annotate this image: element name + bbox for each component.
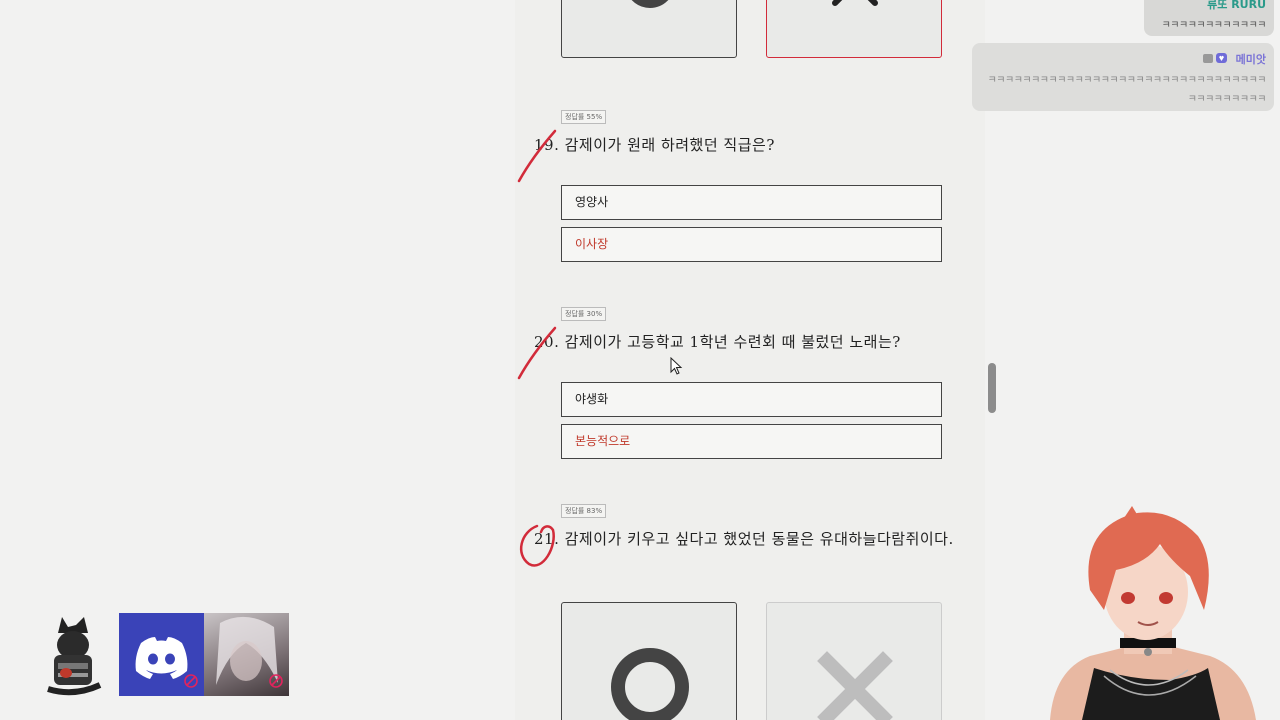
accuracy-badge: 정답률 55% bbox=[561, 110, 607, 124]
accuracy-badge: 정답률 30% bbox=[561, 307, 607, 321]
badge-icon bbox=[1203, 53, 1227, 63]
chat-text: ㅋㅋㅋㅋㅋㅋㅋㅋㅋㅋㅋㅋ bbox=[1161, 20, 1267, 31]
choice-o-card[interactable] bbox=[561, 602, 737, 720]
cat-mascot-image bbox=[47, 617, 102, 696]
question-20: 20. 감제이가 고등학교 1학년 수련회 때 불렀던 노래는? bbox=[534, 333, 901, 351]
answer-option[interactable]: 본능적으로 bbox=[561, 424, 942, 459]
choice-o-card-top[interactable] bbox=[561, 0, 737, 58]
answer-option[interactable]: 영양사 bbox=[561, 185, 942, 220]
accuracy-badge: 정답률 83% bbox=[561, 504, 607, 518]
x-icon bbox=[832, 0, 878, 6]
muted-headset-icon bbox=[269, 674, 283, 688]
question-21: 21. 감제이가 키우고 싶다고 했었던 동물은 유대하늘다람쥐이다. bbox=[534, 530, 954, 548]
circle-icon bbox=[631, 0, 669, 8]
muted-headset-icon bbox=[184, 674, 198, 688]
chat-message: 류또 RURU ㅋㅋㅋㅋㅋㅋㅋㅋㅋㅋㅋㅋ bbox=[1144, 0, 1274, 36]
question-19: 19. 감제이가 원래 하려했던 직급은? bbox=[534, 136, 775, 154]
chat-username: 메미앗 bbox=[1235, 53, 1266, 66]
vtuber-avatar-image bbox=[1050, 506, 1256, 720]
choice-x-card-top[interactable] bbox=[766, 0, 942, 58]
answer-option[interactable]: 야생화 bbox=[561, 382, 942, 417]
chat-username: 류또 RURU bbox=[1207, 0, 1266, 11]
member-avatar-tile bbox=[204, 613, 289, 696]
x-icon bbox=[817, 651, 893, 720]
chat-message: 메미앗 ㅋㅋㅋㅋㅋㅋㅋㅋㅋㅋㅋㅋㅋㅋㅋㅋㅋㅋㅋㅋㅋㅋㅋㅋㅋㅋㅋㅋㅋㅋㅋㅋㅋㅋㅋㅋ… bbox=[972, 43, 1274, 111]
cursor-icon bbox=[670, 357, 683, 375]
quiz-page: 정답률 55% 19. 감제이가 원래 하려했던 직급은? 영양사 이사장 정답… bbox=[515, 0, 985, 720]
answer-option[interactable]: 이사장 bbox=[561, 227, 942, 262]
discord-voice-tile bbox=[119, 613, 204, 696]
chat-badge-icons bbox=[1202, 52, 1228, 67]
choice-x-card[interactable] bbox=[766, 602, 942, 720]
circle-icon bbox=[611, 648, 689, 720]
chat-text: ㅋㅋㅋㅋㅋㅋㅋㅋㅋㅋㅋㅋㅋㅋㅋㅋㅋㅋㅋㅋㅋㅋㅋㅋㅋㅋㅋㅋㅋㅋㅋㅋㅋㅋㅋㅋㅋㅋㅋㅋ… bbox=[987, 75, 1267, 105]
scrollbar-thumb[interactable] bbox=[988, 363, 996, 413]
